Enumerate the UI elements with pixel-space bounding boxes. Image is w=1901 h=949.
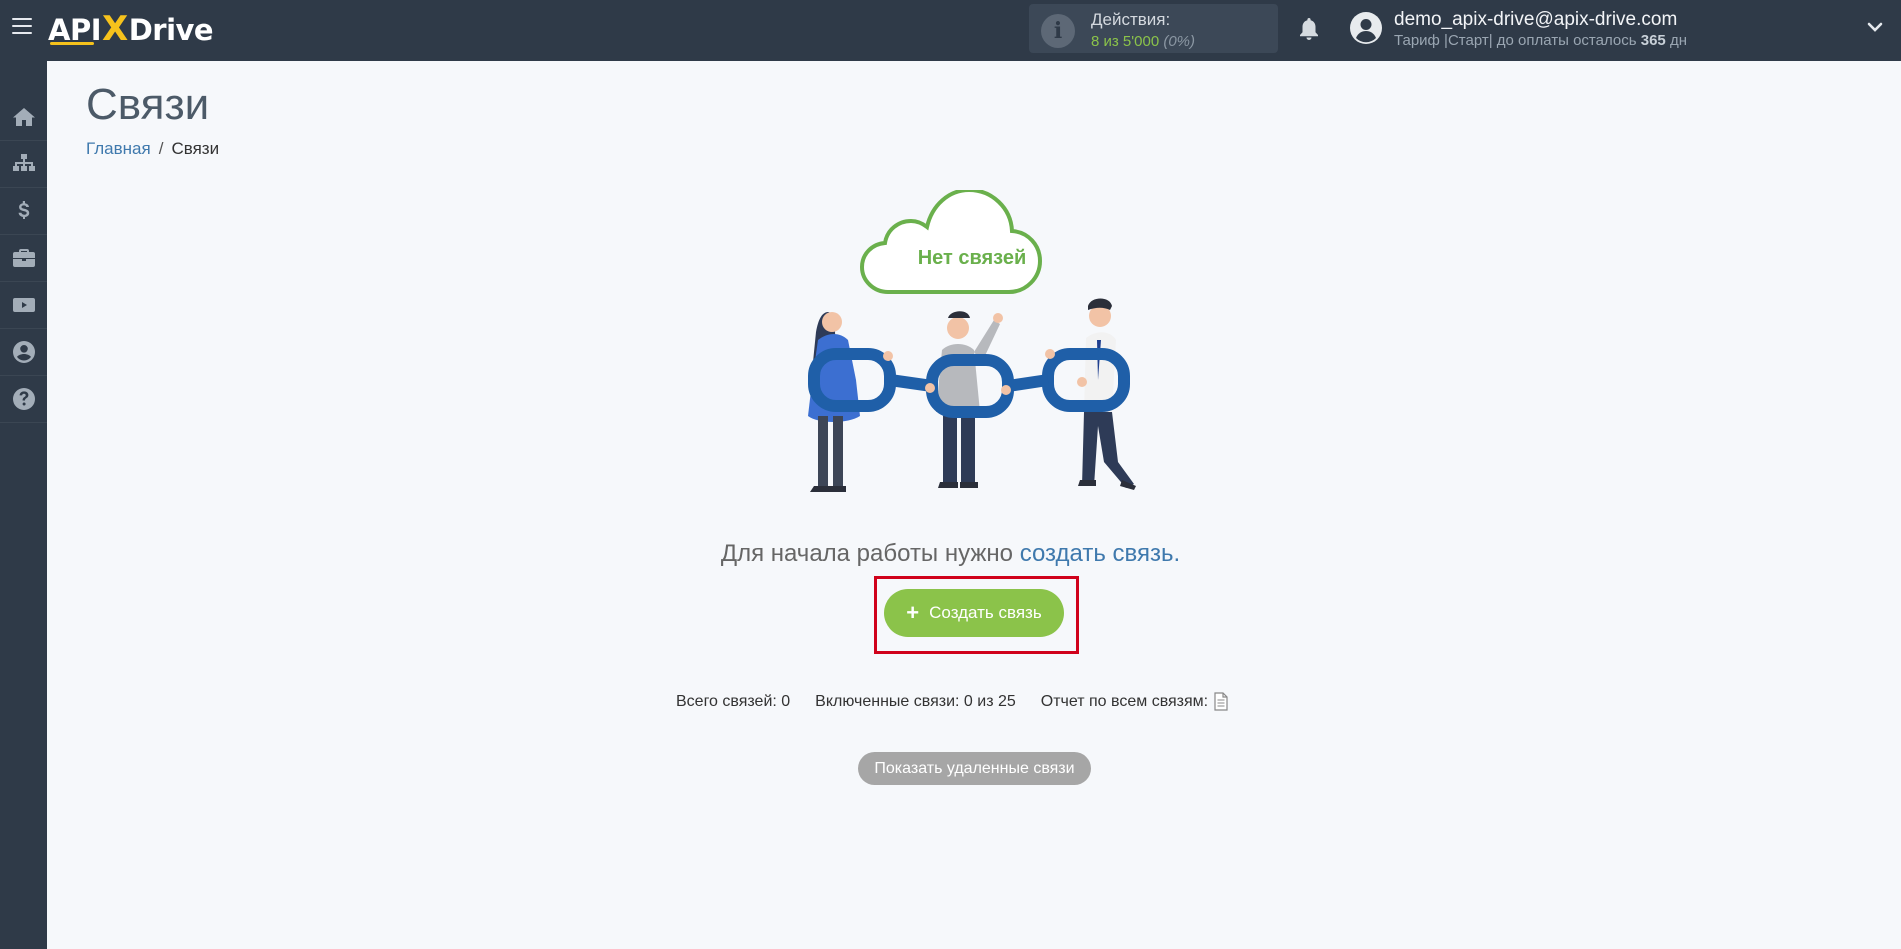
home-icon: [12, 108, 35, 126]
sidebar-item-help[interactable]: [0, 376, 47, 423]
breadcrumb: Главная / Связи: [86, 139, 219, 159]
menu-burger-icon[interactable]: [12, 18, 32, 34]
plan-prefix: Тариф |Старт| до оплаты осталось: [1394, 32, 1637, 49]
connection-stats: Всего связей: 0 Включенные связи: 0 из 2…: [676, 692, 1228, 711]
actions-label: Действия:: [1091, 10, 1171, 29]
sitemap-icon: [12, 154, 35, 171]
logo-drive: Drive: [128, 13, 214, 47]
logo-x: X: [102, 9, 128, 49]
sidebar-item-profile[interactable]: [0, 329, 47, 376]
stats-total: Всего связей: 0: [676, 692, 791, 710]
plus-icon: +: [906, 600, 920, 625]
stats-report-label: Отчет по всем связям:: [1040, 692, 1209, 710]
breadcrumb-home-link[interactable]: Главная: [86, 139, 151, 158]
top-bar: API X Drive i Действия: 8 из 5'000 (0%) de…: [0, 0, 1901, 61]
user-plan: Тариф |Старт| до оплаты осталось 365 дн: [1394, 32, 1687, 49]
user-circle-icon: [12, 341, 35, 363]
bell-icon[interactable]: [1297, 16, 1321, 42]
create-connection-label: Создать связь: [929, 603, 1042, 622]
logo-underline: [50, 42, 94, 45]
sidebar-item-services[interactable]: [0, 235, 47, 282]
actions-percent: (0%): [1163, 33, 1196, 50]
actions-count-value: 8 из 5'000: [1091, 33, 1160, 50]
user-email[interactable]: demo_apix-drive@apix-drive.com: [1394, 9, 1677, 31]
plan-days-suffix: дн: [1669, 32, 1687, 49]
info-icon: i: [1041, 14, 1075, 48]
no-connections-illustration: Нет связей: [808, 190, 1136, 492]
empty-state-text: Для начала работы нужно создать связь.: [0, 540, 1901, 568]
cloud-icon: [859, 190, 1043, 294]
sidebar-item-home[interactable]: [0, 94, 47, 141]
create-connection-button[interactable]: + Создать связь: [884, 589, 1064, 637]
actions-count: 8 из 5'000 (0%): [1091, 33, 1195, 50]
page-title: Связи: [86, 80, 210, 129]
create-connection-link[interactable]: создать связь.: [1020, 540, 1180, 567]
plan-days: 365: [1640, 32, 1666, 49]
briefcase-icon: [12, 249, 35, 267]
sidebar-item-billing[interactable]: [0, 188, 47, 235]
sidebar: [0, 61, 47, 949]
question-icon: [12, 388, 35, 410]
user-avatar-icon[interactable]: [1350, 12, 1382, 44]
stats-enabled: Включенные связи: 0 из 25: [815, 692, 1016, 710]
show-deleted-button[interactable]: Показать удаленные связи: [858, 752, 1091, 785]
youtube-icon: [12, 298, 35, 312]
actions-counter[interactable]: i Действия: 8 из 5'000 (0%): [1029, 4, 1278, 53]
sidebar-item-video[interactable]: [0, 282, 47, 329]
apixdrive-logo[interactable]: API X Drive: [48, 9, 214, 50]
sidebar-item-connections[interactable]: [0, 141, 47, 188]
breadcrumb-separator: /: [158, 139, 164, 158]
empty-state-prefix: Для начала работы нужно: [720, 540, 1014, 567]
breadcrumb-current: Связи: [171, 139, 220, 158]
person-man-middle: [936, 311, 1003, 488]
document-icon[interactable]: [1214, 692, 1228, 711]
dollar-icon: [18, 201, 29, 219]
chevron-down-icon[interactable]: [1867, 20, 1883, 34]
cloud-label: Нет связей: [918, 247, 1027, 269]
